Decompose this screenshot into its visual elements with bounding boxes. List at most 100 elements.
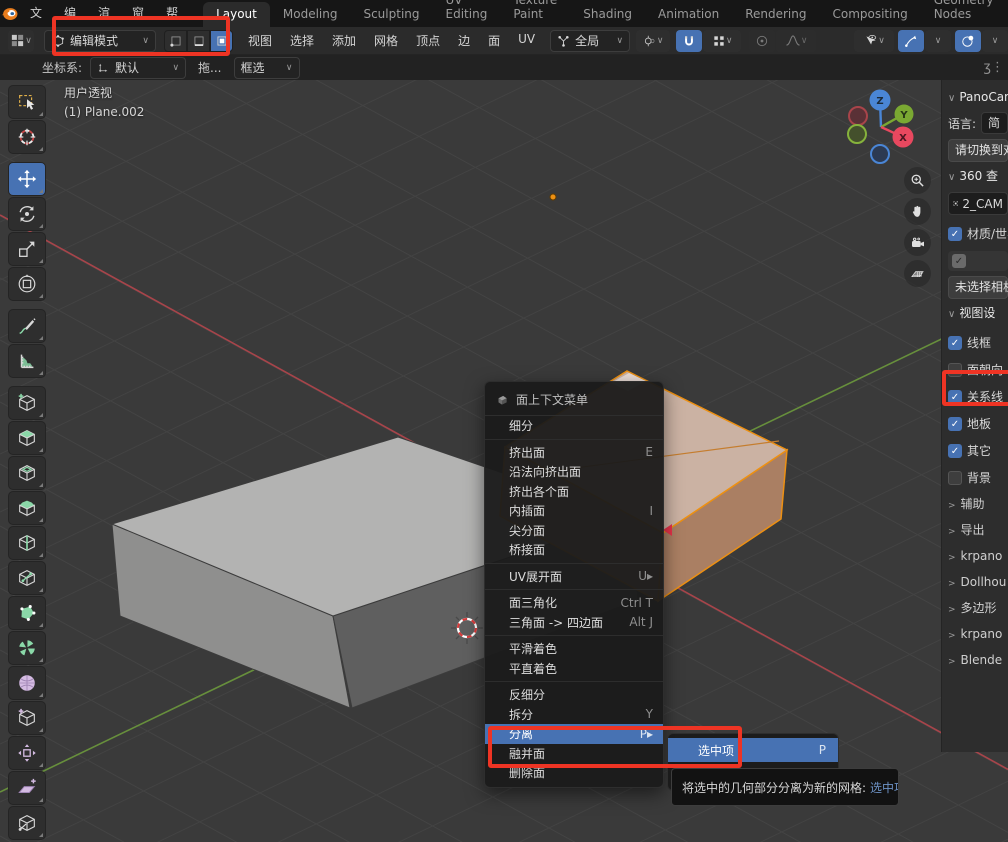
gizmos-toggle-button[interactable] [898,30,924,52]
topbar-menu-窗口[interactable]: 窗口 [121,0,155,27]
header-menu-UV[interactable]: UV [509,32,544,49]
topbar-menu-编辑[interactable]: 编辑 [53,0,87,27]
material-world-toggle[interactable]: ✓ 材质/世界 [948,220,1008,247]
header-menu-选择[interactable]: 选择 [281,32,323,49]
checkbox-checked-icon[interactable]: ✓ [948,444,962,458]
proportional-editing-button[interactable] [749,30,775,52]
header-menu-视图[interactable]: 视图 [239,32,281,49]
axis-minus-z-ball[interactable] [871,145,889,163]
mode-dropdown[interactable]: 编辑模式 ∨ [44,30,156,52]
header-menu-面[interactable]: 面 [479,32,509,49]
menu-item-平滑着色[interactable]: 平滑着色 [485,639,663,659]
edge-slide-tool-button[interactable] [8,701,46,735]
header-menu-添加[interactable]: 添加 [323,32,365,49]
tab-animation[interactable]: Animation [645,2,732,27]
box-select-tool-button[interactable] [8,85,46,119]
menu-item-反细分[interactable]: 反细分 [485,685,663,705]
checkbox-checked-icon[interactable]: ✓ [948,390,962,404]
menu-item-融并面[interactable]: 融并面 [485,744,663,764]
edge-select-mode-button[interactable] [187,30,210,52]
loop-cut-tool-button[interactable] [8,526,46,560]
header-menu-网格[interactable]: 网格 [365,32,407,49]
collapsed-panel-Dollhou-3[interactable]: >Dollhou [948,569,1008,595]
bevel-tool-button[interactable] [8,491,46,525]
face-select-mode-button[interactable] [210,30,233,52]
checkbox-unchecked-icon[interactable] [948,363,962,377]
panel-panocam[interactable]: ∨PanoCama [948,90,1008,104]
spin-tool-button[interactable] [8,631,46,665]
drag-label[interactable]: 拖... [198,59,221,76]
menu-item-挤出面[interactable]: 挤出面E [485,443,663,463]
menu-item-尖分面[interactable]: 尖分面 [485,521,663,541]
orientation-dropdown[interactable]: 全局 ∨ [550,30,630,52]
shear-tool-button[interactable] [8,771,46,805]
editor-type-button[interactable]: ∨ [8,30,34,52]
select-mode-dropdown[interactable]: 框选 ∨ [234,57,300,79]
menu-item-挤出各个面[interactable]: 挤出各个面 [485,482,663,502]
checkbox-checked-icon[interactable]: ✓ [948,417,962,431]
menu-item-细分[interactable]: 细分 [485,416,663,436]
region-handle-icon[interactable]: ʒ⋮ [983,60,1004,75]
collapsed-panel-krpano-2[interactable]: >krpano [948,543,1008,569]
checkbox-dim-icon[interactable]: ✓ [952,254,966,268]
overlays-dropdown-button[interactable]: ∨ [982,30,1008,52]
rotate-tool-button[interactable] [8,197,46,231]
panel-view-settings[interactable]: ∨视图设 [948,304,1008,321]
camera-object-field[interactable]: 2_CAM [948,192,1008,215]
menu-item-分离[interactable]: 分离P▸ [485,724,663,744]
menu-item-内插面[interactable]: 内插面I [485,501,663,521]
orthographic-toggle-button[interactable] [904,260,931,287]
checkbox-unchecked-icon[interactable] [948,471,962,485]
extrude-region-tool-button[interactable] [8,421,46,455]
cursor-tool-button[interactable] [8,120,46,154]
blender-logo-icon[interactable] [0,6,19,22]
tab-texture-paint[interactable]: Texture Paint [500,0,570,27]
snap-toggle-button[interactable] [676,30,702,52]
checkbox-checked-icon[interactable]: ✓ [948,227,962,241]
tab-uv-editing[interactable]: UV Editing [433,0,501,27]
header-menu-顶点[interactable]: 顶点 [407,32,449,49]
annotate-tool-button[interactable] [8,309,46,343]
add-cube-tool-button[interactable] [8,386,46,420]
toggle-关系线[interactable]: ✓关系线 [948,383,1008,410]
inset-faces-tool-button[interactable] [8,456,46,490]
transform-tool-button[interactable] [8,267,46,301]
menu-item-删除面[interactable]: 删除面 [485,763,663,783]
menu-item-UV展开面[interactable]: UV展开面U▸ [485,567,663,587]
toggle-地板[interactable]: ✓地板 [948,410,1008,437]
no-camera-button[interactable]: 未选择相机 [948,276,1008,299]
falloff-curve-button[interactable]: ∨ [776,30,816,52]
measure-tool-button[interactable] [8,344,46,378]
zoom-button[interactable] [904,167,931,194]
menu-item-拆分[interactable]: 拆分Y [485,705,663,725]
topbar-menu-文件[interactable]: 文件 [19,0,53,27]
toggle-其它[interactable]: ✓其它 [948,437,1008,464]
topbar-menu-帮助[interactable]: 帮助 [155,0,189,27]
tab-modeling[interactable]: Modeling [270,2,351,27]
tab-geometry-nodes[interactable]: Geometry Nodes [921,0,1007,27]
toggle-线框[interactable]: ✓线框 [948,329,1008,356]
menu-item-面三角化[interactable]: 面三角化Ctrl T [485,593,663,613]
tab-shading[interactable]: Shading [570,2,645,27]
pan-hand-button[interactable] [904,198,931,225]
header-menu-边[interactable]: 边 [449,32,479,49]
collapsed-panel-Blende-6[interactable]: >Blende [948,647,1008,673]
submenu-item-选中项[interactable]: 选中项P [668,738,838,762]
collapsed-panel-多边形-4[interactable]: >多边形 [948,595,1008,621]
pivot-point-button[interactable]: ∨ [636,30,670,52]
rip-region-tool-button[interactable] [8,806,46,840]
tab-sculpting[interactable]: Sculpting [350,2,432,27]
checkbox-checked-icon[interactable]: ✓ [948,336,962,350]
show-gizmo-visibility-button[interactable]: ∨ [854,30,894,52]
shrink-fatten-tool-button[interactable] [8,736,46,770]
toggle-面朝向[interactable]: 面朝向 [948,356,1008,383]
gizmos-dropdown-button[interactable]: ∨ [925,30,951,52]
panel-360[interactable]: ∨360 查 [948,167,1008,184]
toggle-背景[interactable]: 背景 [948,464,1008,491]
axis-minus-x-ball[interactable] [849,107,867,125]
menu-item-桥接面[interactable]: 桥接面 [485,540,663,560]
navigation-gizmo[interactable]: Z Y X [838,82,928,180]
topbar-menu-渲染[interactable]: 渲染 [87,0,121,27]
collapsed-panel-krpano-5[interactable]: >krpano [948,621,1008,647]
coord-system-dropdown[interactable]: 默认 ∨ [90,57,186,79]
